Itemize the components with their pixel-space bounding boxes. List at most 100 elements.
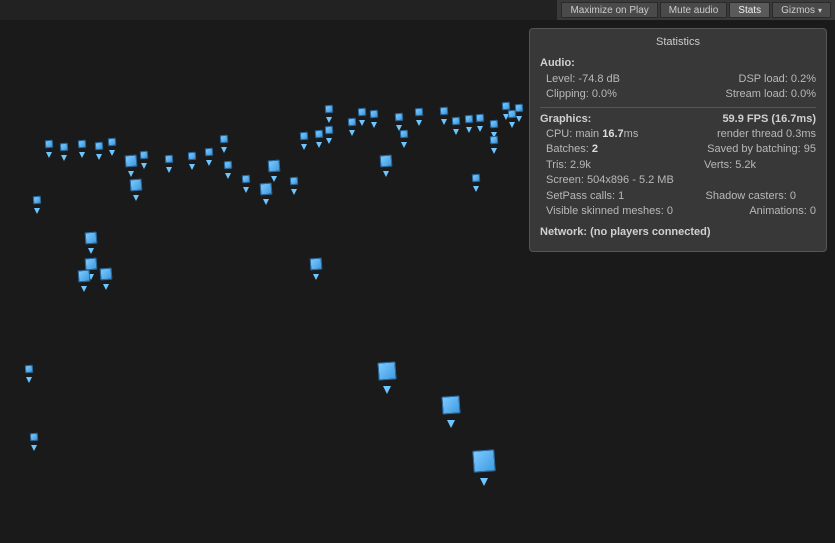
image-icon: [325, 126, 334, 135]
image-icon: [188, 152, 197, 161]
scene-gizmo: [140, 151, 148, 159]
image-icon: [25, 365, 34, 374]
image-icon: [100, 268, 113, 281]
image-icon: [33, 196, 42, 205]
arrow-down-icon: [316, 142, 322, 148]
scene-gizmo: [325, 126, 333, 134]
image-icon: [95, 142, 104, 151]
image-icon: [315, 130, 324, 139]
image-icon: [415, 108, 424, 117]
image-icon: [348, 118, 357, 127]
batches-row: Batches: 2 Saved by batching: 95: [540, 142, 816, 157]
arrow-down-icon: [441, 119, 447, 125]
scene-gizmo: [502, 102, 510, 110]
scene-gizmo: [25, 365, 33, 373]
scene-gizmo: [205, 148, 213, 156]
scene-gizmo: [60, 143, 68, 151]
image-icon: [370, 110, 379, 119]
arrow-down-icon: [88, 248, 94, 254]
audio-header: Audio:: [540, 56, 816, 71]
scene-gizmo: [300, 132, 308, 140]
image-icon: [440, 107, 449, 116]
image-icon: [325, 105, 334, 114]
scene-gizmo: [125, 155, 137, 167]
scene-gizmo: [100, 268, 112, 280]
scene-gizmo: [188, 152, 196, 160]
arrow-down-icon: [473, 186, 479, 192]
scene-gizmo: [85, 258, 97, 270]
arrow-down-icon: [225, 173, 231, 179]
arrow-down-icon: [359, 120, 365, 126]
scene-gizmo: [290, 177, 298, 185]
arrow-down-icon: [401, 142, 407, 148]
image-icon: [490, 120, 499, 129]
scene-gizmo: [442, 396, 460, 414]
arrow-down-icon: [109, 150, 115, 156]
arrow-down-icon: [491, 148, 497, 154]
scene-gizmo: [310, 258, 322, 270]
arrow-down-icon: [313, 274, 319, 280]
scene-gizmo: [358, 108, 366, 116]
image-icon: [290, 177, 299, 186]
skinned-row: Visible skinned meshes: 0 Animations: 0: [540, 204, 816, 219]
network-row: Network: (no players connected): [540, 225, 816, 240]
scene-gizmo: [490, 120, 498, 128]
scene-gizmo: [325, 105, 333, 113]
image-icon: [476, 114, 485, 123]
image-icon: [260, 183, 273, 196]
arrow-down-icon: [326, 117, 332, 123]
image-icon: [130, 179, 143, 192]
arrow-down-icon: [26, 377, 32, 383]
arrow-down-icon: [31, 445, 37, 451]
maximize-on-play-button[interactable]: Maximize on Play: [561, 2, 657, 18]
scene-gizmo: [224, 161, 232, 169]
image-icon: [490, 136, 499, 145]
scene-gizmo: [370, 110, 378, 118]
image-icon: [395, 113, 404, 122]
scene-gizmo: [490, 136, 498, 144]
tris-row: Tris: 2.9k Verts: 5.2k: [540, 158, 816, 173]
arrow-down-icon: [263, 199, 269, 205]
scene-gizmo: [348, 118, 356, 126]
image-icon: [242, 175, 251, 184]
arrow-down-icon: [480, 478, 488, 486]
arrow-down-icon: [243, 187, 249, 193]
scene-gizmo: [400, 130, 408, 138]
stats-button[interactable]: Stats: [729, 2, 770, 18]
image-icon: [60, 143, 69, 152]
audio-level-row: Level: -74.8 dB DSP load: 0.2%: [540, 72, 816, 87]
image-icon: [358, 108, 367, 117]
arrow-down-icon: [509, 122, 515, 128]
scene-gizmo: [130, 179, 142, 191]
arrow-down-icon: [81, 286, 87, 292]
arrow-down-icon: [349, 130, 355, 136]
image-icon: [400, 130, 409, 139]
mute-audio-button[interactable]: Mute audio: [660, 2, 727, 18]
arrow-down-icon: [96, 154, 102, 160]
image-icon: [85, 258, 98, 271]
scene-gizmo: [472, 174, 480, 182]
scene-gizmo: [452, 117, 460, 125]
scene-gizmo: [260, 183, 272, 195]
image-icon: [140, 151, 149, 160]
arrow-down-icon: [466, 127, 472, 133]
image-icon: [30, 433, 39, 442]
arrow-down-icon: [516, 116, 522, 122]
image-icon: [502, 102, 511, 111]
image-icon: [78, 140, 87, 149]
arrow-down-icon: [383, 386, 391, 394]
arrow-down-icon: [271, 176, 277, 182]
gizmos-dropdown[interactable]: Gizmos ▾: [772, 2, 831, 18]
stats-title: Statistics: [540, 35, 816, 50]
scene-gizmo: [78, 270, 90, 282]
scene-gizmo: [380, 155, 392, 167]
scene-gizmo: [220, 135, 228, 143]
arrow-down-icon: [416, 120, 422, 126]
arrow-down-icon: [166, 167, 172, 173]
arrow-down-icon: [61, 155, 67, 161]
image-icon: [165, 155, 174, 164]
image-icon: [125, 155, 138, 168]
setpass-row: SetPass calls: 1 Shadow casters: 0: [540, 189, 816, 204]
image-icon: [268, 160, 281, 173]
divider: [540, 107, 816, 108]
